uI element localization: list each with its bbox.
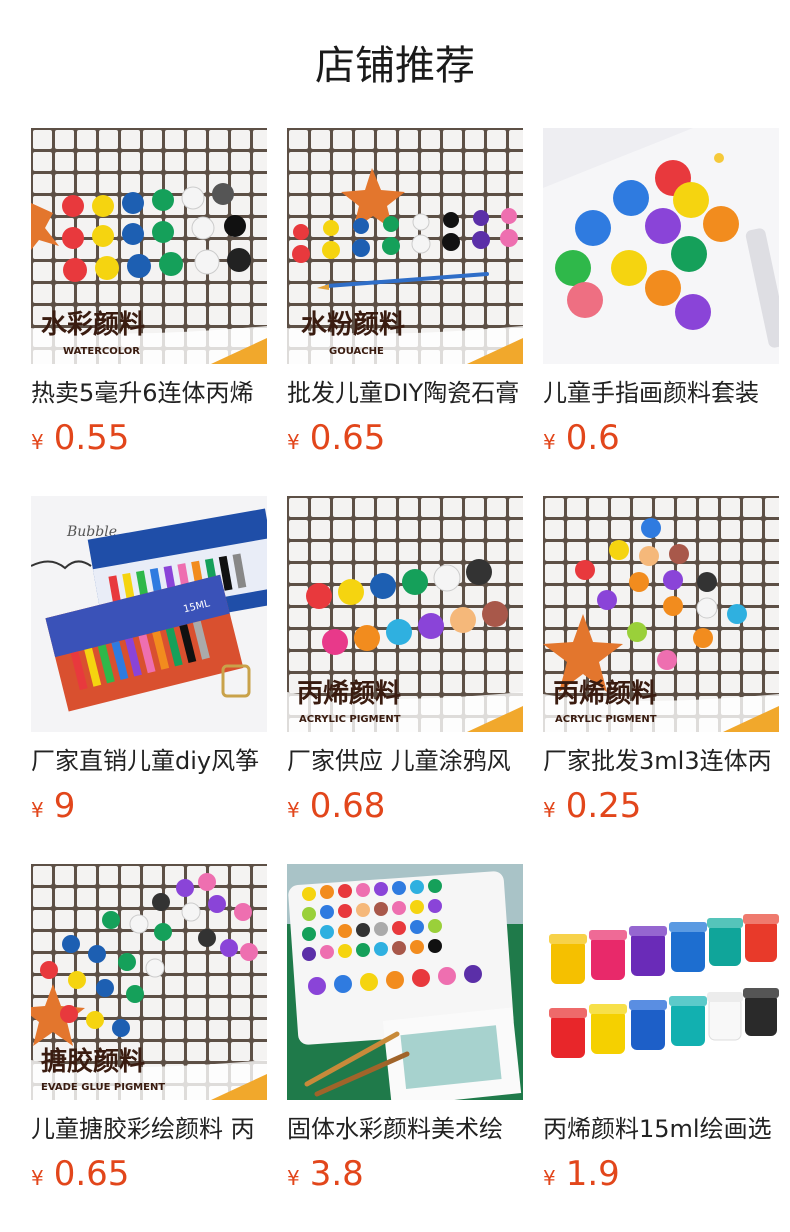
price-value: 1.9 [565,1154,620,1194]
currency-symbol: ¥ [31,430,44,454]
section-title: 店铺推荐 [315,43,475,89]
image-sublabel: GOUACHE [329,346,384,357]
product-name[interactable]: 厂家供应 儿童涂鸦风 [287,744,523,778]
price-value: 0.55 [53,418,130,458]
product-price: ¥9 [31,786,75,826]
product-image[interactable]: 丙烯颜料 ACRYLIC PIGMENT [543,496,779,732]
product-card[interactable]: 丙烯颜料 ACRYLIC PIGMENT 厂家供应 儿童涂鸦风 ¥0.68 [287,496,523,836]
product-price: ¥0.25 [543,786,641,826]
product-card[interactable]: 儿童手指画颜料套装 ¥0.6 [543,128,779,468]
product-name[interactable]: 丙烯颜料15ml绘画选 [543,1112,779,1146]
currency-symbol: ¥ [287,1166,300,1190]
image-label: 丙烯颜料 [297,679,401,709]
currency-symbol: ¥ [543,430,556,454]
product-image[interactable]: 搪胶颜料 EVADE GLUE PIGMENT [31,864,267,1100]
product-name[interactable]: 固体水彩颜料美术绘 [287,1112,523,1146]
product-name[interactable]: 热卖5毫升6连体丙烯 [31,376,267,410]
image-sublabel: EVADE GLUE PIGMENT [41,1082,165,1093]
image-label: 丙烯颜料 [553,679,657,709]
price-value: 0.65 [309,418,386,458]
currency-symbol: ¥ [543,798,556,822]
product-price: ¥0.65 [31,1154,129,1194]
product-price: ¥3.8 [287,1154,364,1194]
price-value: 3.8 [309,1154,364,1194]
product-card[interactable]: 丙烯颜料15ml绘画选 ¥1.9 [543,864,779,1204]
price-value: 0.68 [309,786,386,826]
product-price: ¥0.68 [287,786,385,826]
product-card[interactable]: 搪胶颜料 EVADE GLUE PIGMENT 儿童搪胶彩绘颜料 丙 ¥0.65 [31,864,267,1204]
price-value: 0.65 [53,1154,130,1194]
product-price: ¥0.6 [543,418,620,458]
image-label: 水彩颜料 [41,310,145,340]
image-label: 水粉颜料 [301,310,405,340]
currency-symbol: ¥ [287,798,300,822]
currency-symbol: ¥ [31,798,44,822]
image-label: 搪胶颜料 [41,1046,145,1077]
currency-symbol: ¥ [31,1166,44,1190]
price-value: 9 [53,786,76,826]
product-price: ¥0.55 [31,418,129,458]
product-name[interactable]: 儿童搪胶彩绘颜料 丙 [31,1112,267,1146]
product-card[interactable]: 水彩颜料 WATERCOLOR 热卖5毫升6连体丙烯 ¥0.55 [31,128,267,468]
image-sublabel: ACRYLIC PIGMENT [299,714,401,725]
price-value: 0.6 [565,418,620,458]
product-name[interactable]: 批发儿童DIY陶瓷石膏 [287,376,523,410]
product-card[interactable]: Bubble 15ML 厂家直销儿童diy风筝 ¥ 9 [31,496,267,836]
currency-symbol: ¥ [287,430,300,454]
product-price: ¥1.9 [543,1154,620,1194]
product-image[interactable]: 水彩颜料 WATERCOLOR [31,128,267,364]
product-image[interactable]: Bubble 15ML [31,496,267,732]
product-card[interactable]: 丙烯颜料 ACRYLIC PIGMENT 厂家批发3ml3连体丙 ¥0.25 [543,496,779,836]
image-sublabel: WATERCOLOR [63,346,140,357]
product-name[interactable]: 厂家批发3ml3连体丙 [543,744,779,778]
product-card[interactable]: 水粉颜料 GOUACHE 批发儿童DIY陶瓷石膏 ¥0.65 [287,128,523,468]
product-image[interactable] [543,864,779,1100]
price-value: 0.25 [565,786,642,826]
image-sublabel: ACRYLIC PIGMENT [555,714,657,725]
product-card[interactable]: 固体水彩颜料美术绘 ¥3.8 [287,864,523,1204]
product-name[interactable]: 厂家直销儿童diy风筝 [31,744,267,778]
product-name[interactable]: 儿童手指画颜料套装 [543,376,779,410]
product-image[interactable]: 丙烯颜料 ACRYLIC PIGMENT [287,496,523,732]
currency-symbol: ¥ [543,1166,556,1190]
product-image[interactable] [287,864,523,1100]
product-image[interactable]: 水粉颜料 GOUACHE [287,128,523,364]
product-price: ¥0.65 [287,418,385,458]
product-image[interactable] [543,128,779,364]
